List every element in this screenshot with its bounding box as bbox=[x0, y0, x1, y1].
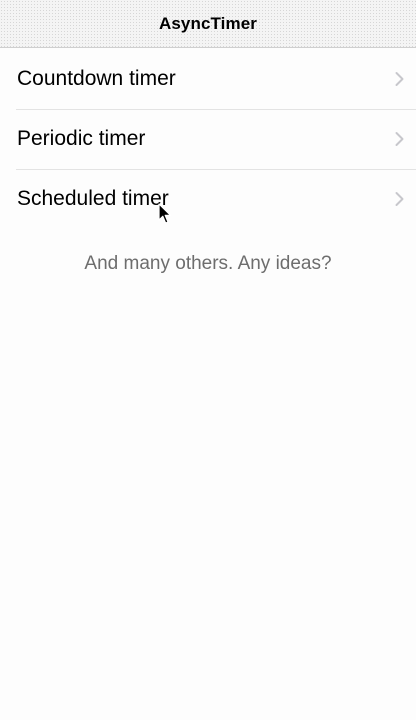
list-item-label: Periodic timer bbox=[17, 127, 146, 150]
chevron-right-icon bbox=[395, 72, 404, 86]
chevron-right-icon bbox=[395, 132, 404, 146]
list-item-periodic-timer[interactable]: Periodic timer bbox=[0, 109, 416, 169]
list-item-countdown-timer[interactable]: Countdown timer bbox=[0, 49, 416, 109]
chevron-right-icon bbox=[395, 192, 404, 206]
list-item-label: Countdown timer bbox=[17, 67, 176, 90]
footer-note: And many others. Any ideas? bbox=[84, 253, 332, 274]
nav-title: AsyncTimer bbox=[158, 13, 257, 33]
navigation-bar: AsyncTimer bbox=[0, 0, 416, 48]
list-item-label: Scheduled timer bbox=[17, 187, 169, 210]
list-item-scheduled-timer[interactable]: Scheduled timer bbox=[0, 169, 416, 229]
timer-list: Countdown timer Periodic timer Scheduled… bbox=[0, 49, 416, 229]
